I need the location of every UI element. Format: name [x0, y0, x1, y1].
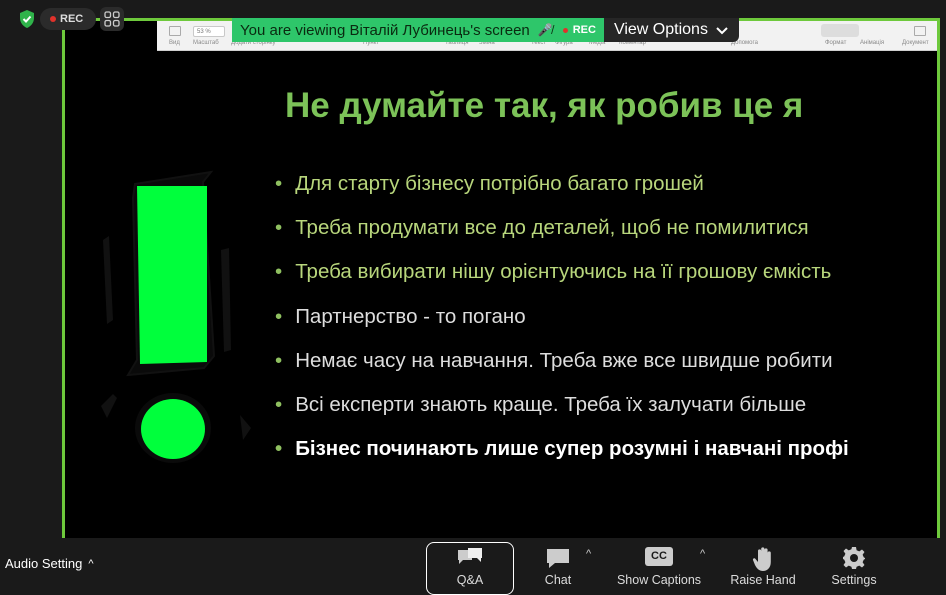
raise-hand-label: Raise Hand [730, 573, 796, 587]
meeting-status: REC [18, 7, 125, 31]
mic-off-icon: 🎤̸ [537, 23, 553, 37]
captions-options-caret-icon[interactable]: ^ [700, 548, 705, 560]
format-pill [821, 24, 859, 37]
toolbar-label: Документ [902, 40, 929, 46]
screen-share-banner: You are viewing Віталій Лубинець's scree… [232, 18, 739, 42]
viewing-screen-text: You are viewing Віталій Лубинець's scree… [240, 21, 530, 39]
recording-dot [50, 16, 56, 22]
bullet-item: Всі експерти знають краще. Треба їх залу… [275, 391, 849, 435]
bullet-item: Для старту бізнесу потрібно багато гроше… [275, 170, 849, 214]
exclamation-mark-image [101, 170, 251, 463]
audio-setting-label: Audio Setting [5, 556, 83, 571]
bullet-item: Треба продумати все до деталей, щоб не п… [275, 214, 849, 258]
qa-button[interactable]: Q&A [426, 542, 514, 595]
recording-label: REC [60, 13, 84, 25]
zoom-select: 53 % [193, 26, 225, 37]
document-icon [914, 26, 926, 36]
grid-view-icon [104, 11, 120, 27]
banner-recording-indicator: REC [562, 24, 596, 36]
raise-hand-button[interactable]: Raise Hand [726, 538, 800, 595]
gallery-view-button[interactable] [100, 7, 125, 31]
show-captions-button[interactable]: CC Show Captions [612, 538, 706, 595]
chat-options-caret-icon[interactable]: ^ [586, 548, 591, 560]
bullet-item-highlighted: Бізнес починають лише супер розумні і на… [275, 435, 849, 479]
recording-indicator[interactable]: REC [40, 8, 97, 30]
slide-title: Не думайте так, як робив це я [285, 86, 804, 125]
sidebar-toggle-icon [169, 26, 181, 36]
slide-bullet-list: Для старту бізнесу потрібно багато гроше… [275, 170, 849, 479]
settings-label: Settings [831, 573, 877, 587]
audio-setting-button[interactable]: Audio Setting ^ [5, 556, 94, 571]
settings-button[interactable]: Settings [826, 538, 882, 595]
toolbar-label: Масштаб [193, 40, 219, 46]
chat-label: Chat [544, 573, 572, 587]
bullet-item: Немає часу на навчання. Треба вже все шв… [275, 347, 849, 391]
meeting-controls-bar: Audio Setting ^ Q&A Chat ^ CC Show Capti… [0, 538, 946, 595]
qa-label: Q&A [456, 573, 484, 587]
toolbar-label: Анімація [860, 40, 885, 46]
view-options-button[interactable]: View Options [603, 18, 739, 42]
chat-button[interactable]: Chat [536, 538, 580, 595]
toolbar-label: Вид [169, 40, 180, 46]
qa-icon [458, 548, 482, 564]
caret-up-icon[interactable]: ^ [88, 558, 93, 570]
raise-hand-icon [752, 547, 771, 571]
bullet-item: Партнерство - то погано [275, 303, 849, 347]
gear-icon [843, 547, 865, 569]
view-options-label: View Options [613, 21, 708, 38]
banner-rec-label: REC [572, 24, 596, 36]
viewing-screen-notice: You are viewing Віталій Лубинець's scree… [232, 18, 604, 42]
recording-dot [562, 27, 568, 33]
show-captions-label: Show Captions [616, 573, 702, 587]
chat-icon [547, 549, 569, 568]
toolbar-label: Формат [825, 40, 847, 46]
shield-check-icon[interactable] [18, 9, 36, 29]
chevron-down-icon [716, 27, 728, 35]
bullet-item: Треба вибирати нішу орієнтуючись на її г… [275, 258, 849, 302]
closed-captions-icon: CC [645, 547, 673, 566]
